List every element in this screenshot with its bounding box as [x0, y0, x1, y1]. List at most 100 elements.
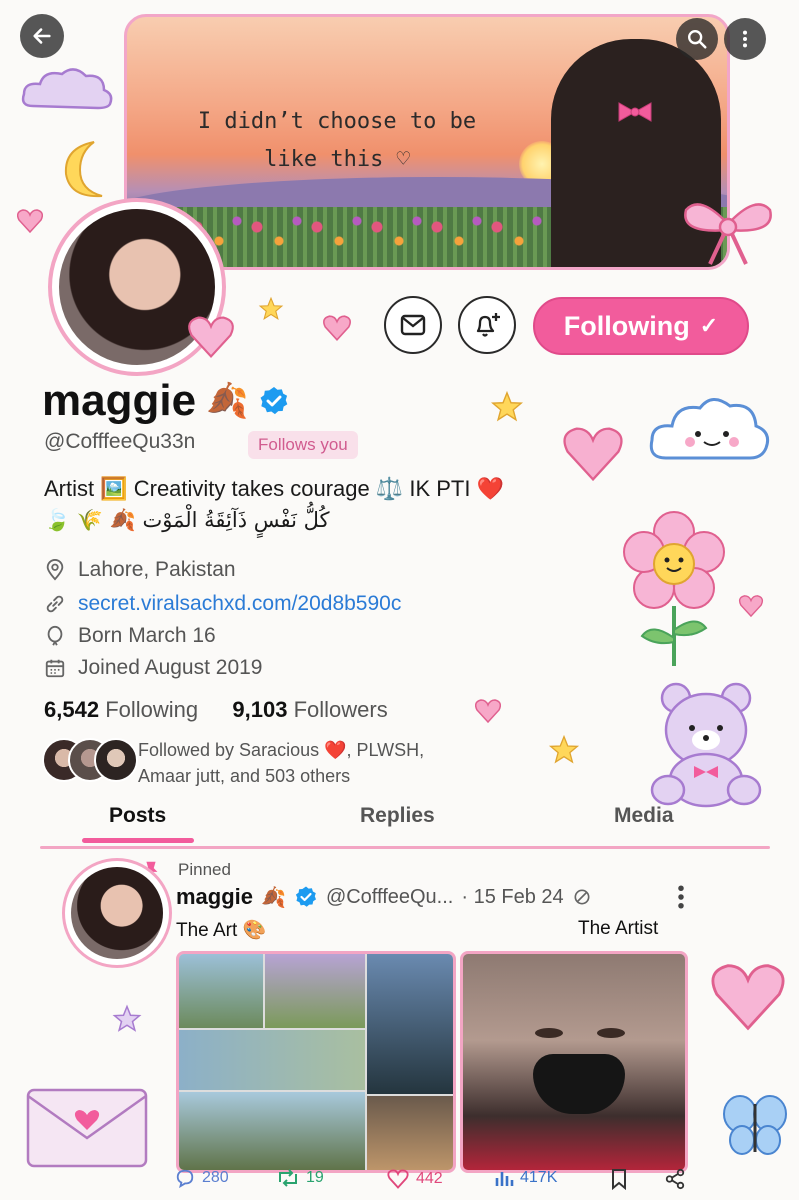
check-icon: ✓ [699, 313, 719, 338]
bio-line-1: Artist 🖼️ Creativity takes courage ⚖️ IK… [44, 476, 504, 501]
reply-action[interactable]: 280 [174, 1168, 229, 1188]
post-text-right: The Artist [578, 918, 659, 939]
moon-doodle [64, 141, 103, 198]
edited-icon [574, 889, 590, 905]
bookmark-action[interactable] [610, 1168, 628, 1190]
heart-doodle-6 [738, 595, 764, 618]
art-tile-3 [367, 954, 453, 1094]
search-button[interactable] [676, 18, 718, 60]
mail-icon [400, 314, 426, 336]
portrait-eye-right [597, 1028, 625, 1038]
post-verified-icon [295, 886, 316, 907]
followed-by-line2: Amaar jutt, and 503 others [138, 766, 351, 786]
verified-badge-icon [260, 387, 288, 415]
following-button[interactable]: Following ✓ [533, 297, 749, 355]
tab-media[interactable]: Media [614, 804, 674, 828]
mutual-avatar-3 [94, 738, 138, 782]
star-doodle-4 [112, 1004, 142, 1032]
header-banner: I didn’t choose to be like this ♡ [124, 14, 730, 270]
art-tile-2 [265, 954, 365, 1028]
avatar-heart-doodle [188, 316, 234, 359]
heart-doodle-1 [16, 209, 44, 234]
heart-doodle-5 [474, 699, 502, 724]
heart-doodle-3 [711, 964, 785, 1031]
star-doodle-2 [258, 296, 284, 320]
repost-count: 19 [306, 1169, 324, 1186]
pinned-label: Pinned [178, 860, 231, 879]
cloud-doodle-right [649, 398, 770, 460]
followers-label: Followers [293, 697, 388, 722]
following-label: Following [105, 697, 199, 722]
repost-action[interactable]: 19 [276, 1168, 324, 1188]
more-icon [742, 30, 748, 48]
views-count: 417K [520, 1169, 558, 1186]
tab-posts[interactable]: Posts [109, 804, 166, 828]
views-bar-icon [495, 1172, 514, 1186]
reply-count: 280 [202, 1169, 229, 1186]
balloon-icon [47, 625, 63, 646]
post-author-avatar[interactable] [62, 858, 172, 968]
post-actions: 280 19 442 417K [172, 1160, 692, 1200]
post-author-emoji: 🍂 [261, 886, 286, 909]
birthday-text: Born March 16 [78, 624, 216, 647]
following-count-link[interactable]: 6,542 Following [44, 697, 204, 722]
back-button[interactable] [20, 14, 64, 58]
leaf-emoji: 🍂 [206, 382, 249, 420]
post-author-handle: @CofffeeQu... [325, 885, 454, 908]
follow-counts: 6,542 Following 9,103 Followers [44, 697, 388, 723]
star-doodle-1 [490, 390, 524, 422]
profile-name-row: maggie 🍂 [42, 376, 290, 426]
like-action[interactable]: 442 [386, 1168, 443, 1190]
portrait-eye-left [535, 1028, 563, 1038]
views-action[interactable]: 417K [494, 1168, 557, 1188]
location-row: Lahore, Pakistan [44, 558, 236, 582]
profile-tabs: Posts Replies Media [0, 796, 799, 842]
bell-plus-icon [476, 313, 500, 337]
heart-icon [387, 1169, 409, 1189]
website-row: secret.viralsachxd.com/20d8b590c [44, 592, 401, 616]
notifications-button[interactable] [458, 296, 516, 354]
birthday-row: Born March 16 [44, 624, 216, 648]
post-media-portrait[interactable] [460, 951, 688, 1173]
followers-count: 9,103 [232, 697, 288, 722]
followed-by-text[interactable]: Followed by Saracious ❤️, PLWSH, Amaar j… [138, 737, 438, 789]
like-count: 442 [416, 1170, 443, 1187]
more-button[interactable] [724, 18, 766, 60]
star-doodle-3 [548, 734, 580, 764]
follows-you-badge: Follows you [248, 431, 358, 459]
post-avatar-photo [71, 867, 163, 959]
joined-text: Joined August 2019 [78, 656, 263, 679]
post-author-name[interactable]: maggie [176, 884, 253, 910]
mutual-avatars [42, 738, 138, 784]
banner-caption-line2: like this ♡ [264, 147, 410, 172]
post-more-icon[interactable] [670, 882, 692, 912]
share-action[interactable] [664, 1168, 686, 1190]
profile-handle: @CofffeeQu33n [44, 430, 196, 453]
bow-icon [618, 102, 652, 122]
link-icon [46, 595, 64, 613]
post-media-art-collage[interactable] [176, 951, 456, 1173]
calendar-icon [45, 659, 65, 678]
reply-icon [176, 1169, 194, 1188]
profile-name: maggie [42, 376, 197, 425]
repost-icon [279, 1169, 297, 1187]
bio-line-2: 🍃 🌾 🍂 كُلُّ نَفْسٍ ذَآئِقَةُ الْمَوْت [44, 508, 330, 532]
location-pin-icon [46, 559, 64, 581]
website-link[interactable]: secret.viralsachxd.com/20d8b590c [78, 592, 401, 616]
share-icon [665, 1168, 685, 1190]
joined-row: Joined August 2019 [44, 656, 263, 680]
post-date: · 15 Feb 24 [461, 885, 564, 908]
heart-doodle-4 [323, 315, 351, 341]
active-tab-indicator [82, 838, 194, 843]
portrait-mask [533, 1054, 625, 1114]
tab-replies[interactable]: Replies [360, 804, 435, 828]
location-text: Lahore, Pakistan [78, 558, 236, 581]
following-button-label: Following [563, 310, 690, 341]
heart-doodle-2 [563, 427, 623, 482]
followers-count-link[interactable]: 9,103 Followers [232, 697, 387, 722]
message-button[interactable] [384, 296, 442, 354]
post-text: The Art 🎨 [176, 920, 267, 941]
teddy-bear-doodle [650, 682, 762, 808]
envelope-doodle [26, 1088, 148, 1168]
flower-doodle [623, 511, 725, 666]
